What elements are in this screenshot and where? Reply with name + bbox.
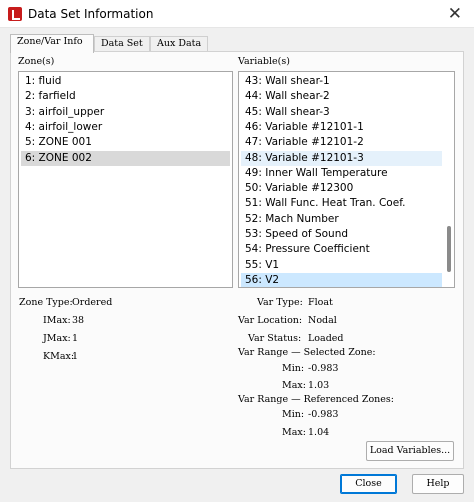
variable-list-item[interactable]: 48: Variable #12101-3 bbox=[241, 150, 442, 166]
variable-list-item[interactable]: 49: Inner Wall Temperature bbox=[241, 166, 442, 181]
variable-list-item[interactable]: 43: Wall shear-1 bbox=[241, 74, 442, 89]
variable-list-item[interactable]: 50: Variable #12300 bbox=[241, 181, 442, 196]
kmax-label: KMax: bbox=[43, 351, 75, 362]
selected-zone-range-label: Var Range — Selected Zone: bbox=[238, 347, 376, 358]
variable-list-item[interactable]: 46: Variable #12101-1 bbox=[241, 120, 442, 135]
variable-list-item[interactable]: 45: Wall shear-3 bbox=[241, 105, 442, 120]
help-button[interactable]: Help bbox=[412, 474, 464, 494]
zone-list-item[interactable]: 6: ZONE 002 bbox=[21, 150, 230, 166]
window-title: Data Set Information bbox=[28, 7, 154, 21]
var-type-value: Float bbox=[308, 297, 333, 308]
jmax-label: JMax: bbox=[43, 333, 71, 344]
referenced-max-label: Max: bbox=[282, 427, 306, 438]
close-window-icon[interactable]: ✕ bbox=[448, 4, 462, 24]
variable-list-item[interactable]: 54: Pressure Coefficient bbox=[241, 242, 442, 257]
selected-max-value: 1.03 bbox=[308, 380, 330, 391]
variable-list-item[interactable]: 52: Mach Number bbox=[241, 212, 442, 227]
var-type-label: Var Type: bbox=[257, 297, 303, 308]
tab-zone-var-info[interactable]: Zone/Var Info bbox=[10, 34, 94, 53]
zone-type-label: Zone Type: bbox=[19, 297, 73, 308]
var-status-label: Var Status: bbox=[248, 333, 302, 344]
variable-list-item[interactable]: 53: Speed of Sound bbox=[241, 227, 442, 242]
load-variables-button[interactable]: Load Variables... bbox=[366, 441, 454, 461]
variable-list-item[interactable]: 47: Variable #12101-2 bbox=[241, 135, 442, 150]
title-bar: Data Set Information ✕ bbox=[0, 0, 474, 28]
kmax-value: 1 bbox=[72, 351, 79, 362]
zone-list[interactable]: 1: fluid 2: farfield 3: airfoil_upper 4: ai… bbox=[18, 71, 233, 288]
zone-list-item[interactable]: 5: ZONE 001 bbox=[21, 135, 230, 150]
jmax-value: 1 bbox=[72, 333, 79, 344]
selected-min-label: Min: bbox=[282, 363, 305, 374]
close-button[interactable]: Close bbox=[340, 474, 397, 494]
referenced-min-value: -0.983 bbox=[308, 409, 339, 420]
var-location-value: Nodal bbox=[308, 315, 337, 326]
referenced-max-value: 1.04 bbox=[308, 427, 330, 438]
zone-type-value: Ordered bbox=[72, 297, 113, 308]
variable-list-scrollbar[interactable] bbox=[446, 74, 452, 285]
selected-max-label: Max: bbox=[282, 380, 306, 391]
scrollbar-thumb[interactable] bbox=[447, 226, 451, 272]
referenced-min-label: Min: bbox=[282, 409, 305, 420]
zone-list-item[interactable]: 1: fluid bbox=[21, 74, 230, 89]
zone-list-item[interactable]: 3: airfoil_upper bbox=[21, 105, 230, 120]
imax-label: IMax: bbox=[43, 315, 71, 326]
zone-list-item[interactable]: 4: airfoil_lower bbox=[21, 120, 230, 135]
variable-list[interactable]: 43: Wall shear-1 44: Wall shear-2 45: Wall… bbox=[238, 71, 455, 288]
zone-list-item[interactable]: 2: farfield bbox=[21, 89, 230, 104]
tab-data-set[interactable]: Data Set bbox=[94, 36, 150, 52]
zones-label: Zone(s) bbox=[18, 56, 55, 67]
variable-list-item[interactable]: 55: V1 bbox=[241, 258, 442, 273]
variables-label: Variable(s) bbox=[238, 56, 290, 67]
variable-list-item[interactable]: 51: Wall Func. Heat Tran. Coef. bbox=[241, 196, 442, 211]
referenced-zones-range-label: Var Range — Referenced Zones: bbox=[238, 394, 394, 405]
imax-value: 38 bbox=[72, 315, 85, 326]
app-icon bbox=[8, 7, 22, 21]
selected-min-value: -0.983 bbox=[308, 363, 339, 374]
var-status-value: Loaded bbox=[308, 333, 344, 344]
tab-aux-data[interactable]: Aux Data bbox=[150, 36, 208, 52]
var-location-label: Var Location: bbox=[238, 315, 303, 326]
variable-list-item[interactable]: 44: Wall shear-2 bbox=[241, 89, 442, 104]
variable-list-item[interactable]: 56: V2 bbox=[241, 272, 442, 287]
